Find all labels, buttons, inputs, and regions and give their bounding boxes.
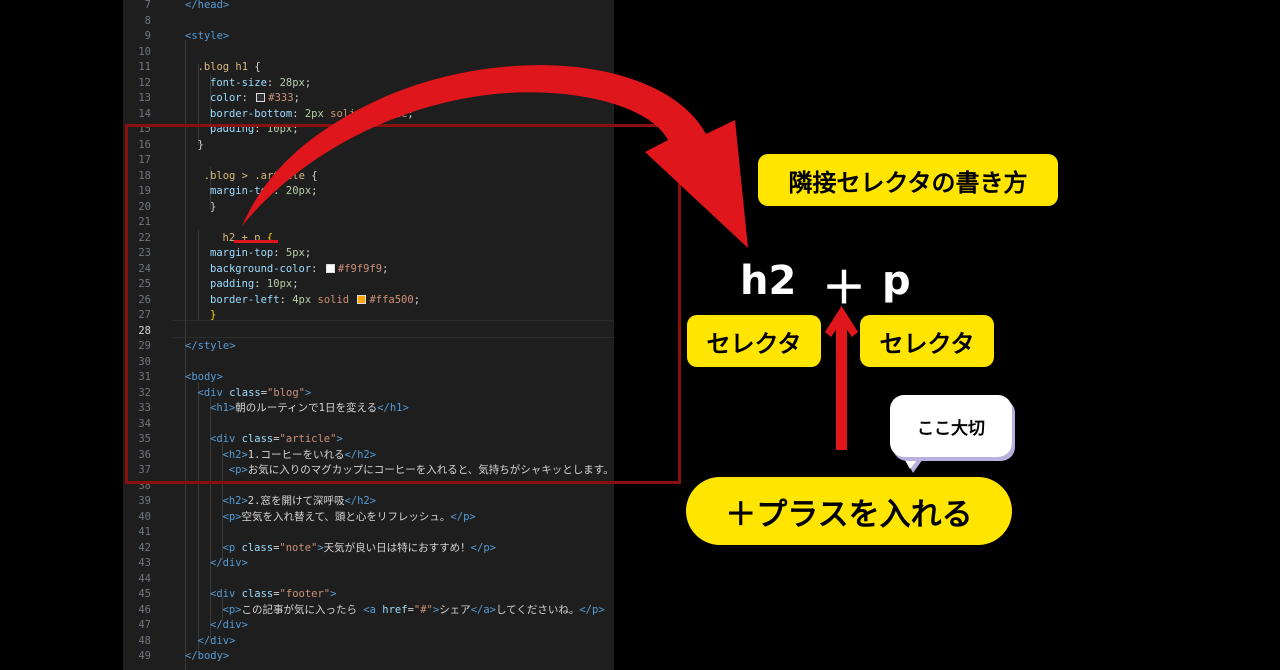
speech-bubble-tail	[899, 450, 928, 473]
plus-note-label: ＋プラスを入れる	[686, 477, 1012, 545]
speech-bubble: ここ大切	[890, 395, 1012, 457]
